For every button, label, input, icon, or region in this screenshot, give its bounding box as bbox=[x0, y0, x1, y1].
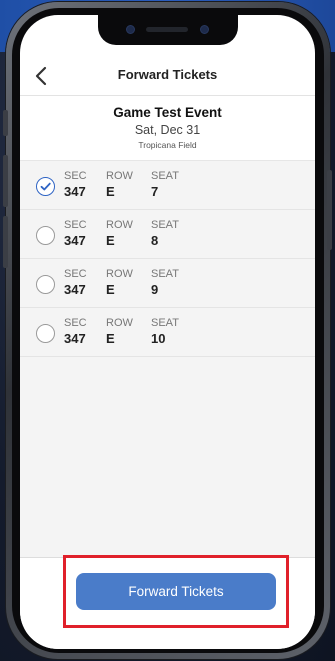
ticket-checkbox[interactable] bbox=[36, 226, 55, 245]
sec-value: 347 bbox=[64, 233, 86, 248]
sec-label: SEC bbox=[64, 219, 87, 231]
ticket-checkbox[interactable] bbox=[36, 324, 55, 343]
ticket-row[interactable]: SEC 347 ROW E SEAT 9 bbox=[20, 259, 315, 308]
volume-down-button bbox=[3, 216, 8, 268]
event-date: Sat, Dec 31 bbox=[134, 123, 201, 137]
speaker-grille bbox=[146, 27, 188, 32]
row-label: ROW bbox=[106, 170, 133, 182]
nav-bar: Forward Tickets bbox=[20, 60, 315, 96]
phone-screen: Forward Tickets Game Test Event Sat, Dec… bbox=[20, 15, 315, 649]
power-button bbox=[327, 170, 332, 250]
notch bbox=[98, 15, 238, 45]
event-name: Game Test Event bbox=[113, 105, 222, 120]
sec-value: 347 bbox=[64, 282, 86, 297]
row-label: ROW bbox=[106, 268, 133, 280]
sec-value: 347 bbox=[64, 331, 86, 346]
row-value: E bbox=[106, 184, 115, 199]
ticket-list: SEC 347 ROW E SEAT 7 SEC 347 ROW E SEAT 8 SEC 3… bbox=[20, 160, 315, 558]
sec-value: 347 bbox=[64, 184, 86, 199]
seat-label: SEAT bbox=[151, 170, 179, 182]
row-value: E bbox=[106, 282, 115, 297]
seat-label: SEAT bbox=[151, 268, 179, 280]
seat-label: SEAT bbox=[151, 317, 179, 329]
seat-label: SEAT bbox=[151, 219, 179, 231]
ticket-checkbox[interactable] bbox=[36, 275, 55, 294]
sec-label: SEC bbox=[64, 268, 87, 280]
seat-value: 10 bbox=[151, 331, 166, 346]
camera-icon bbox=[126, 25, 135, 34]
ticket-row[interactable]: SEC 347 ROW E SEAT 10 bbox=[20, 308, 315, 357]
seat-value: 9 bbox=[151, 282, 159, 297]
row-label: ROW bbox=[106, 317, 133, 329]
event-venue: Tropicana Field bbox=[138, 140, 197, 150]
seat-value: 8 bbox=[151, 233, 159, 248]
row-value: E bbox=[106, 233, 115, 248]
page-title: Forward Tickets bbox=[117, 67, 218, 82]
event-header: Game Test Event Sat, Dec 31 Tropicana Fi… bbox=[20, 105, 315, 150]
ticket-checkbox-checked[interactable] bbox=[36, 177, 55, 196]
ticket-row[interactable]: SEC 347 ROW E SEAT 8 bbox=[20, 210, 315, 259]
sec-label: SEC bbox=[64, 317, 87, 329]
sec-label: SEC bbox=[64, 170, 87, 182]
checkmark-icon bbox=[40, 182, 51, 191]
row-value: E bbox=[106, 331, 115, 346]
sensor-icon bbox=[200, 25, 209, 34]
mute-switch bbox=[3, 110, 8, 136]
ticket-row[interactable]: SEC 347 ROW E SEAT 7 bbox=[20, 161, 315, 210]
row-label: ROW bbox=[106, 219, 133, 231]
forward-tickets-button[interactable]: Forward Tickets bbox=[76, 573, 276, 610]
seat-value: 7 bbox=[151, 184, 159, 199]
volume-up-button bbox=[3, 155, 8, 207]
